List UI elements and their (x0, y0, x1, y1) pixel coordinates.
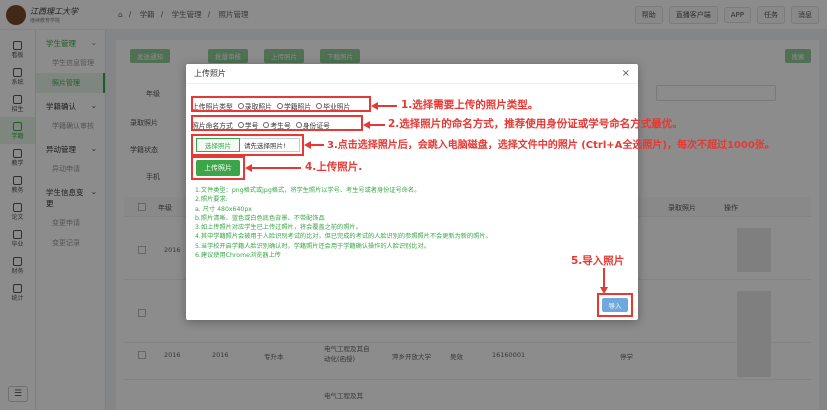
highlight-box-5 (597, 293, 633, 317)
highlight-box-2 (191, 115, 363, 131)
annotation-3: 3.点击选择照片后，会跳入电脑磁盘，选择文件中的照片 (Ctrl+A全选照片)，… (327, 140, 775, 151)
modal-title: 上传照片 (186, 64, 638, 84)
close-icon[interactable]: × (622, 68, 630, 79)
annotation-arrowhead-2 (363, 121, 370, 129)
annotation-4: 4.上传照片. (305, 161, 363, 173)
annotation-5: 5.导入照片 (571, 255, 625, 267)
annotation-arrow-1 (377, 105, 397, 107)
annotation-arrowhead-5 (600, 287, 608, 294)
annotation-arrow-5 (603, 268, 605, 288)
annotation-arrow-3 (310, 144, 324, 146)
upload-notes: 1.文件类型：png格式或jpg格式，将学生照片以学号、考生号或者身份证号命名。… (195, 187, 492, 260)
annotation-arrow-2 (369, 124, 385, 126)
annotation-arrowhead-1 (371, 102, 378, 110)
highlight-box-3 (191, 134, 304, 156)
annotation-arrow-4 (251, 167, 301, 169)
annotation-2: 2.选择照片的命名方式，推荐使用身份证或学号命名方式最优。 (388, 118, 683, 130)
annotation-arrowhead-4 (245, 164, 252, 172)
highlight-box-1 (191, 96, 371, 112)
annotation-arrowhead-3 (304, 141, 311, 149)
annotation-1: 1.选择需要上传的照片类型。 (401, 99, 539, 111)
highlight-box-4 (191, 156, 245, 180)
